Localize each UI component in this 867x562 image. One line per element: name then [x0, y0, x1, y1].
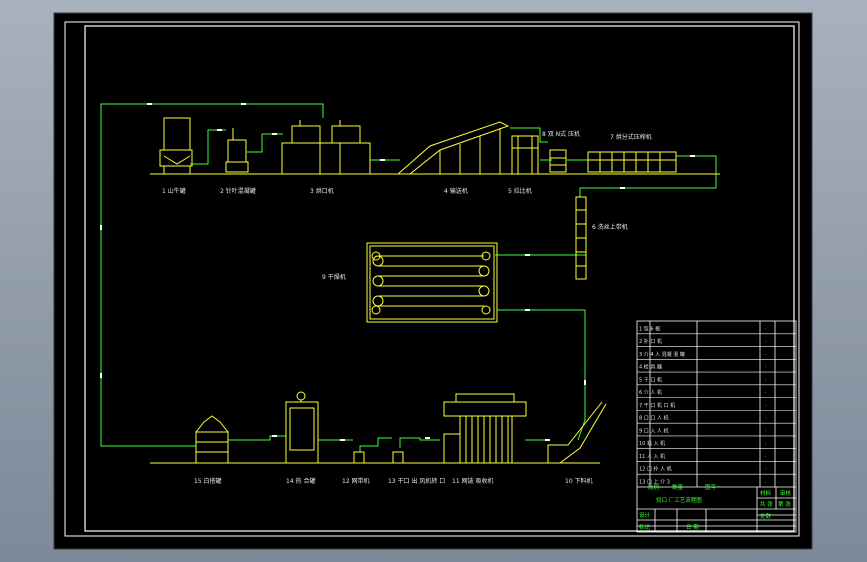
tb-row-item: 6 介 人 机 — [639, 389, 662, 396]
drawing-sheet — [53, 12, 813, 550]
arrow-marker — [272, 435, 277, 437]
arrow-marker — [545, 439, 550, 441]
label-7: 7 烘分式压榨机 — [610, 133, 652, 141]
tb-cell-c4: 第 张 — [778, 500, 791, 508]
arrow-marker — [425, 437, 430, 439]
tb-cell-c3: 共 张 — [760, 500, 773, 508]
drawing-title: 饲口 厂工艺流程图 — [656, 496, 702, 504]
label-13: 13 干口 出 风机转 口 — [388, 477, 445, 485]
tb-row-item: 8 口 口 人 机 — [639, 415, 669, 422]
tb-row-item: 7 干 口 机 口 机 — [639, 402, 675, 409]
tb-row-item: 5 干 口 机 — [639, 376, 662, 383]
arrow-marker — [217, 129, 222, 131]
arrow-marker — [100, 225, 102, 230]
label-4: 4 输送机 — [444, 187, 468, 195]
label-2: 2 针叶混凝罐 — [220, 187, 256, 195]
arrow-marker — [525, 254, 530, 256]
tb-cell-c6: 图号 — [705, 483, 717, 491]
label-14: 14 热 合罐 — [286, 477, 315, 485]
tb-row-item: 3 介 4 人 混凝 混 罐 — [639, 351, 685, 358]
tb-cell-c10: 标记 — [639, 523, 651, 531]
arrow-marker — [584, 380, 586, 385]
tb-cell-c2: 数量 — [672, 483, 684, 491]
label-1: 1 山牛罐 — [162, 187, 186, 195]
label-8: 8 双 N式 压机 — [542, 130, 580, 138]
tb-cell-c7: 设计 — [639, 511, 651, 519]
label-10: 10 下料机 — [565, 477, 593, 485]
tb-cell-c11: 处数 — [760, 512, 772, 520]
label-6: 6 洗丝上带机 — [592, 223, 628, 231]
label-12: 12 网带机 — [342, 477, 370, 485]
arrow-marker — [272, 133, 277, 135]
cad-viewport: 1 山牛罐 2 针叶混凝罐 3 烘口机 4 输送机 5 拉比机 6 洗丝上带机 … — [0, 0, 867, 562]
tb-row-item: 4 检 具 器 — [639, 364, 662, 371]
label-15: 15 白搭罐 — [194, 477, 222, 485]
tb-row-item: 1 包 6 根 — [639, 325, 660, 332]
tb-row-item: 12 口 扑 人 机 — [639, 466, 672, 473]
label-11: 11 网链 吸收机 — [452, 477, 493, 485]
tb-cell-c9: 日 期 — [686, 524, 699, 531]
process-flow-drawing: 1 山牛罐 2 针叶混凝罐 3 烘口机 4 输送机 5 拉比机 6 洗丝上带机 … — [53, 12, 813, 550]
tb-row-item: 9 口 入 人 机 — [639, 427, 669, 434]
tb-row-item: 2 扑 口 机 — [639, 338, 662, 345]
tb-cell-c5: 材料 — [760, 489, 772, 497]
label-9: 9 干燥机 — [322, 273, 346, 281]
tb-cell-c8: 审核 — [780, 489, 792, 497]
arrow-marker — [690, 155, 695, 157]
arrow-marker — [340, 439, 345, 441]
arrow-marker — [380, 159, 385, 161]
arrow-marker — [100, 373, 102, 378]
label-5: 5 拉比机 — [508, 187, 532, 195]
arrow-marker — [620, 187, 625, 189]
tb-cell-c1: 比例 — [648, 483, 660, 491]
arrow-marker — [525, 309, 530, 311]
tb-row-item: 11 人 入 机 — [639, 453, 665, 460]
arrow-marker — [241, 103, 246, 105]
label-3: 3 烘口机 — [310, 187, 334, 195]
tb-row-item: 10 机 入 机 — [639, 440, 665, 447]
arrow-marker — [147, 103, 152, 105]
